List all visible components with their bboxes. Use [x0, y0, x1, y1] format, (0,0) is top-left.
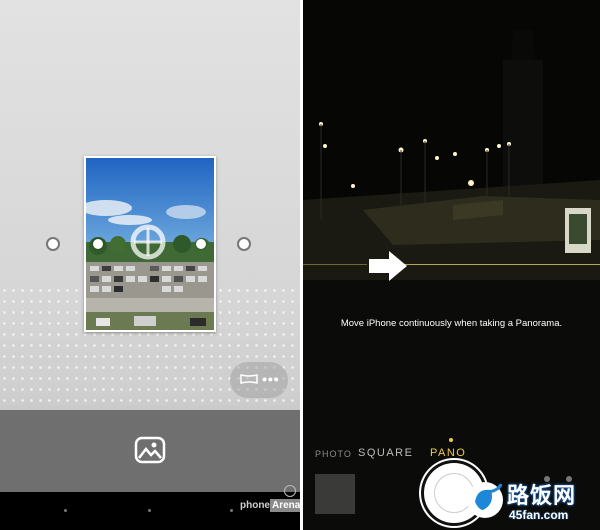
nav-dot: [64, 509, 67, 512]
logo-text: 路饭网: [507, 484, 577, 509]
mode-pano[interactable]: PANO: [430, 447, 466, 459]
bottom-toolbar: [0, 410, 300, 492]
watermark-part2: Arena: [270, 499, 300, 512]
panorama-icon: [240, 374, 258, 384]
capture-dot-right: [196, 239, 206, 249]
logo-ball-icon: [467, 482, 503, 518]
left-edge-marker: [46, 237, 60, 251]
last-photo-thumbnail[interactable]: [315, 474, 355, 514]
arrow-right-icon[interactable]: [367, 250, 409, 282]
logo-site: 45fan.com: [509, 508, 569, 522]
more-options-icon[interactable]: •••: [262, 372, 280, 386]
watermark: phone Arena: [240, 499, 300, 512]
side-knob-icon: [284, 485, 296, 497]
panorama-instruction: Move iPhone continuously when taking a P…: [340, 318, 563, 329]
system-nav-bar: [0, 492, 300, 530]
watermark-part1: phone: [240, 500, 270, 511]
panorama-mode-pill[interactable]: •••: [230, 362, 288, 398]
mode-photo[interactable]: PHOTO: [315, 449, 352, 459]
capture-dot-left: [93, 239, 103, 249]
panorama-guide-line: [405, 264, 600, 265]
site-logo: 路饭网 45fan.com: [453, 478, 598, 528]
mode-square[interactable]: SQUARE: [358, 447, 413, 459]
panorama-preview-screen: ••• phone Arena: [0, 0, 300, 530]
nav-dot: [148, 509, 151, 512]
panorama-guide-line-left: [303, 264, 367, 265]
nav-dot: [230, 509, 233, 512]
alignment-target-icon: [130, 224, 166, 260]
camera-mode-selector: PHOTO SQUARE PANO: [303, 447, 600, 463]
gallery-icon[interactable]: [134, 436, 166, 464]
right-edge-marker: [237, 237, 251, 251]
ios-camera-screen: Move iPhone continuously when taking a P…: [303, 0, 600, 530]
selected-mode-indicator: [449, 438, 453, 442]
